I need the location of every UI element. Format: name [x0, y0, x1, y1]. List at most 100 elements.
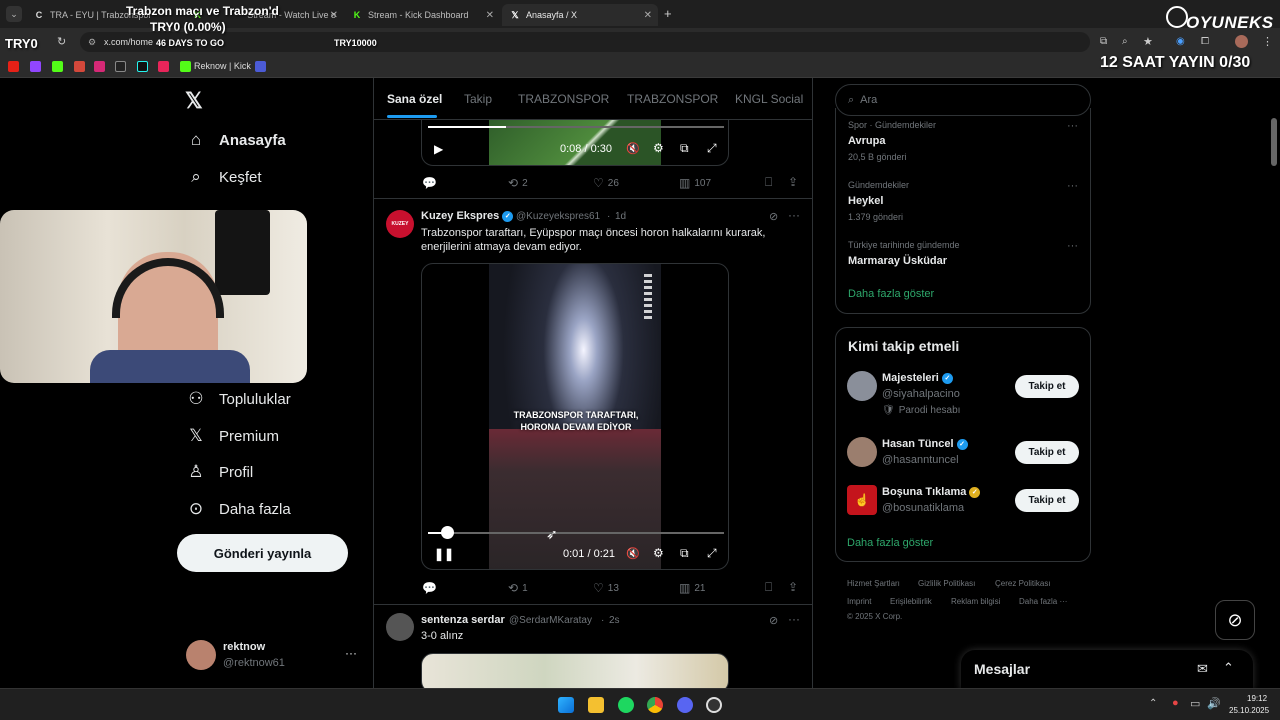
post-image[interactable] — [421, 653, 729, 688]
twitch-icon[interactable] — [30, 61, 41, 72]
trend-item[interactable]: Gündemdekiler Heykel 1.379 gönderi ··· — [848, 180, 1078, 222]
tiktok-icon[interactable] — [137, 61, 148, 72]
post-avatar[interactable]: KUZEY — [386, 210, 414, 238]
like-button[interactable]: ♡ 26 — [593, 176, 619, 190]
sidebar-item-topluluklar[interactable]: ⚇ Topluluklar — [186, 389, 290, 409]
volume-icon[interactable]: 🔊 — [1207, 697, 1221, 710]
share-button[interactable]: ⇪ — [788, 580, 802, 594]
fullscreen-icon[interactable]: ⤢ — [707, 546, 717, 561]
trend-more-icon[interactable]: ··· — [1067, 120, 1078, 132]
mic-icon[interactable]: ● — [1172, 697, 1179, 709]
mute-icon[interactable]: 🔇 — [626, 142, 640, 155]
show-more-link[interactable]: Daha fazla göster — [847, 537, 933, 549]
app-icon[interactable] — [255, 61, 266, 72]
x-logo-icon[interactable]: 𝕏 — [185, 88, 203, 114]
expand-icon[interactable]: ⌃ — [1223, 660, 1234, 676]
follow-avatar[interactable] — [847, 371, 877, 401]
progress-track[interactable] — [428, 532, 724, 534]
kick-icon[interactable] — [52, 61, 63, 72]
progress-knob[interactable] — [441, 526, 454, 539]
site-info-icon[interactable]: ⚙ — [88, 37, 96, 48]
follow-button[interactable]: Takip et — [1015, 489, 1079, 512]
repost-button[interactable]: ⟲ 1 — [508, 581, 528, 595]
clock-time[interactable]: 19:12 — [1247, 694, 1267, 703]
user-avatar[interactable] — [186, 640, 216, 670]
post-more-icon[interactable]: ··· — [788, 612, 800, 626]
new-message-icon[interactable]: ✉ — [1197, 661, 1208, 677]
post-author-handle[interactable]: @SerdarMKaratay — [509, 615, 592, 626]
post-avatar[interactable] — [386, 613, 414, 641]
views-button[interactable]: ▥ 21 — [679, 581, 705, 595]
tab-trabzonspor-1[interactable]: TRABZONSPOR — [518, 92, 609, 106]
footer-link[interactable]: Imprint — [847, 597, 871, 606]
obs-icon[interactable] — [706, 697, 722, 713]
bookmark-reknow-kick[interactable]: Reknow | Kick — [194, 61, 251, 71]
browser-menu-icon[interactable]: ⋮ — [1262, 35, 1273, 48]
repost-button[interactable]: ⟲ 2 — [508, 176, 528, 190]
tab-trabzonspor-2[interactable]: TRABZONSPOR — [627, 92, 718, 106]
extension-icon[interactable]: ◉ — [1176, 36, 1185, 47]
follow-name[interactable]: Hasan Tüncel ✓ — [882, 438, 968, 450]
follow-avatar[interactable] — [847, 437, 877, 467]
trend-more-icon[interactable]: ··· — [1067, 180, 1078, 192]
youtube-icon[interactable] — [8, 61, 19, 72]
follow-name[interactable]: Boşuna Tıklama ✓ — [882, 486, 981, 498]
account-menu-icon[interactable]: ··· — [345, 646, 357, 660]
network-icon[interactable]: ▭ — [1190, 697, 1200, 710]
windows-start-icon[interactable] — [558, 697, 574, 713]
post-author-name[interactable]: Kuzey Ekspres ✓ — [421, 210, 514, 222]
grok-icon[interactable]: ⊘ — [769, 210, 778, 223]
footer-link[interactable]: Erişilebilirlik — [890, 597, 932, 606]
x-icon[interactable] — [115, 61, 126, 72]
show-more-link[interactable]: Daha fazla göster — [848, 288, 934, 300]
tab-takip[interactable]: Takip — [464, 92, 492, 106]
install-icon[interactable]: ⧉ — [1100, 36, 1107, 47]
post-button[interactable]: Gönderi yayınla — [177, 534, 348, 572]
trend-more-icon[interactable]: ··· — [1067, 240, 1078, 252]
extensions-puzzle-icon[interactable]: ⧠ — [1201, 36, 1209, 47]
grok-fab[interactable]: ⊘ — [1215, 600, 1255, 640]
tab-sana-ozel[interactable]: Sana özel — [387, 92, 442, 106]
pause-icon[interactable]: ❚❚ — [434, 547, 454, 561]
footer-link[interactable]: Gizlilik Politikası — [918, 579, 975, 588]
messages-drawer[interactable]: Mesajlar ✉ ⌃ — [961, 650, 1253, 690]
footer-link[interactable]: Hizmet Şartları — [847, 579, 900, 588]
zoom-icon[interactable]: ⌕ — [1122, 36, 1128, 47]
address-bar[interactable] — [80, 32, 1090, 52]
sidebar-item-anasayfa[interactable]: ⌂ Anasayfa — [186, 130, 286, 150]
views-button[interactable]: ▥ 107 — [679, 176, 711, 190]
sidebar-item-profil[interactable]: ♙ Profil — [186, 462, 253, 482]
profile-avatar[interactable] — [1235, 35, 1248, 48]
chrome-icon[interactable] — [647, 697, 663, 713]
post-author-handle[interactable]: @Kuzeyekspres61 — [516, 211, 600, 222]
tab-kick-dashboard[interactable]: K Stream - Kick Dashboard ✕ — [344, 4, 500, 26]
gmail-icon[interactable] — [74, 61, 85, 72]
pip-icon[interactable]: ⧉ — [680, 546, 689, 561]
tray-chevron-icon[interactable]: ⌃ — [1149, 698, 1157, 709]
tab-kngl-social[interactable]: KNGL Social — [735, 92, 803, 106]
discord-icon[interactable] — [677, 697, 693, 713]
settings-icon[interactable]: ⚙ — [653, 141, 664, 155]
file-explorer-icon[interactable] — [588, 697, 604, 713]
follow-button[interactable]: Takip et — [1015, 375, 1079, 398]
account-name[interactable]: rektnow — [223, 641, 265, 653]
follow-button[interactable]: Takip et — [1015, 441, 1079, 464]
close-tab-icon[interactable]: ✕ — [486, 10, 494, 21]
post-more-icon[interactable]: ··· — [788, 208, 800, 222]
sidebar-item-kesfet[interactable]: ⌕ Keşfet — [186, 167, 261, 187]
tab-anasayfa-x[interactable]: 𝕏 Anasayfa / X ✕ — [502, 4, 658, 26]
bookmark-star-icon[interactable]: ★ — [1143, 35, 1153, 48]
mute-icon[interactable]: 🔇 — [626, 547, 640, 560]
fullscreen-icon[interactable]: ⤢ — [707, 141, 717, 156]
like-button[interactable]: ♡ 13 — [593, 581, 619, 595]
video-player[interactable]: ▶ 0:08 / 0:30 🔇 ⚙ ⧉ ⤢ — [421, 120, 729, 166]
trend-item[interactable]: Türkiye tarihinde gündemde Marmaray Üskü… — [848, 240, 1078, 267]
close-tab-icon[interactable]: ✕ — [330, 10, 338, 21]
bookmark-button[interactable]: ⎕ — [765, 580, 776, 595]
post-author-name[interactable]: sentenza serdar — [421, 614, 505, 626]
spotify-icon[interactable] — [618, 697, 634, 713]
follow-name[interactable]: Majesteleri ✓ — [882, 372, 953, 384]
new-tab-button[interactable]: + — [664, 6, 672, 21]
reply-button[interactable]: 💬 — [422, 176, 441, 190]
page-scrollbar[interactable] — [1271, 118, 1277, 166]
